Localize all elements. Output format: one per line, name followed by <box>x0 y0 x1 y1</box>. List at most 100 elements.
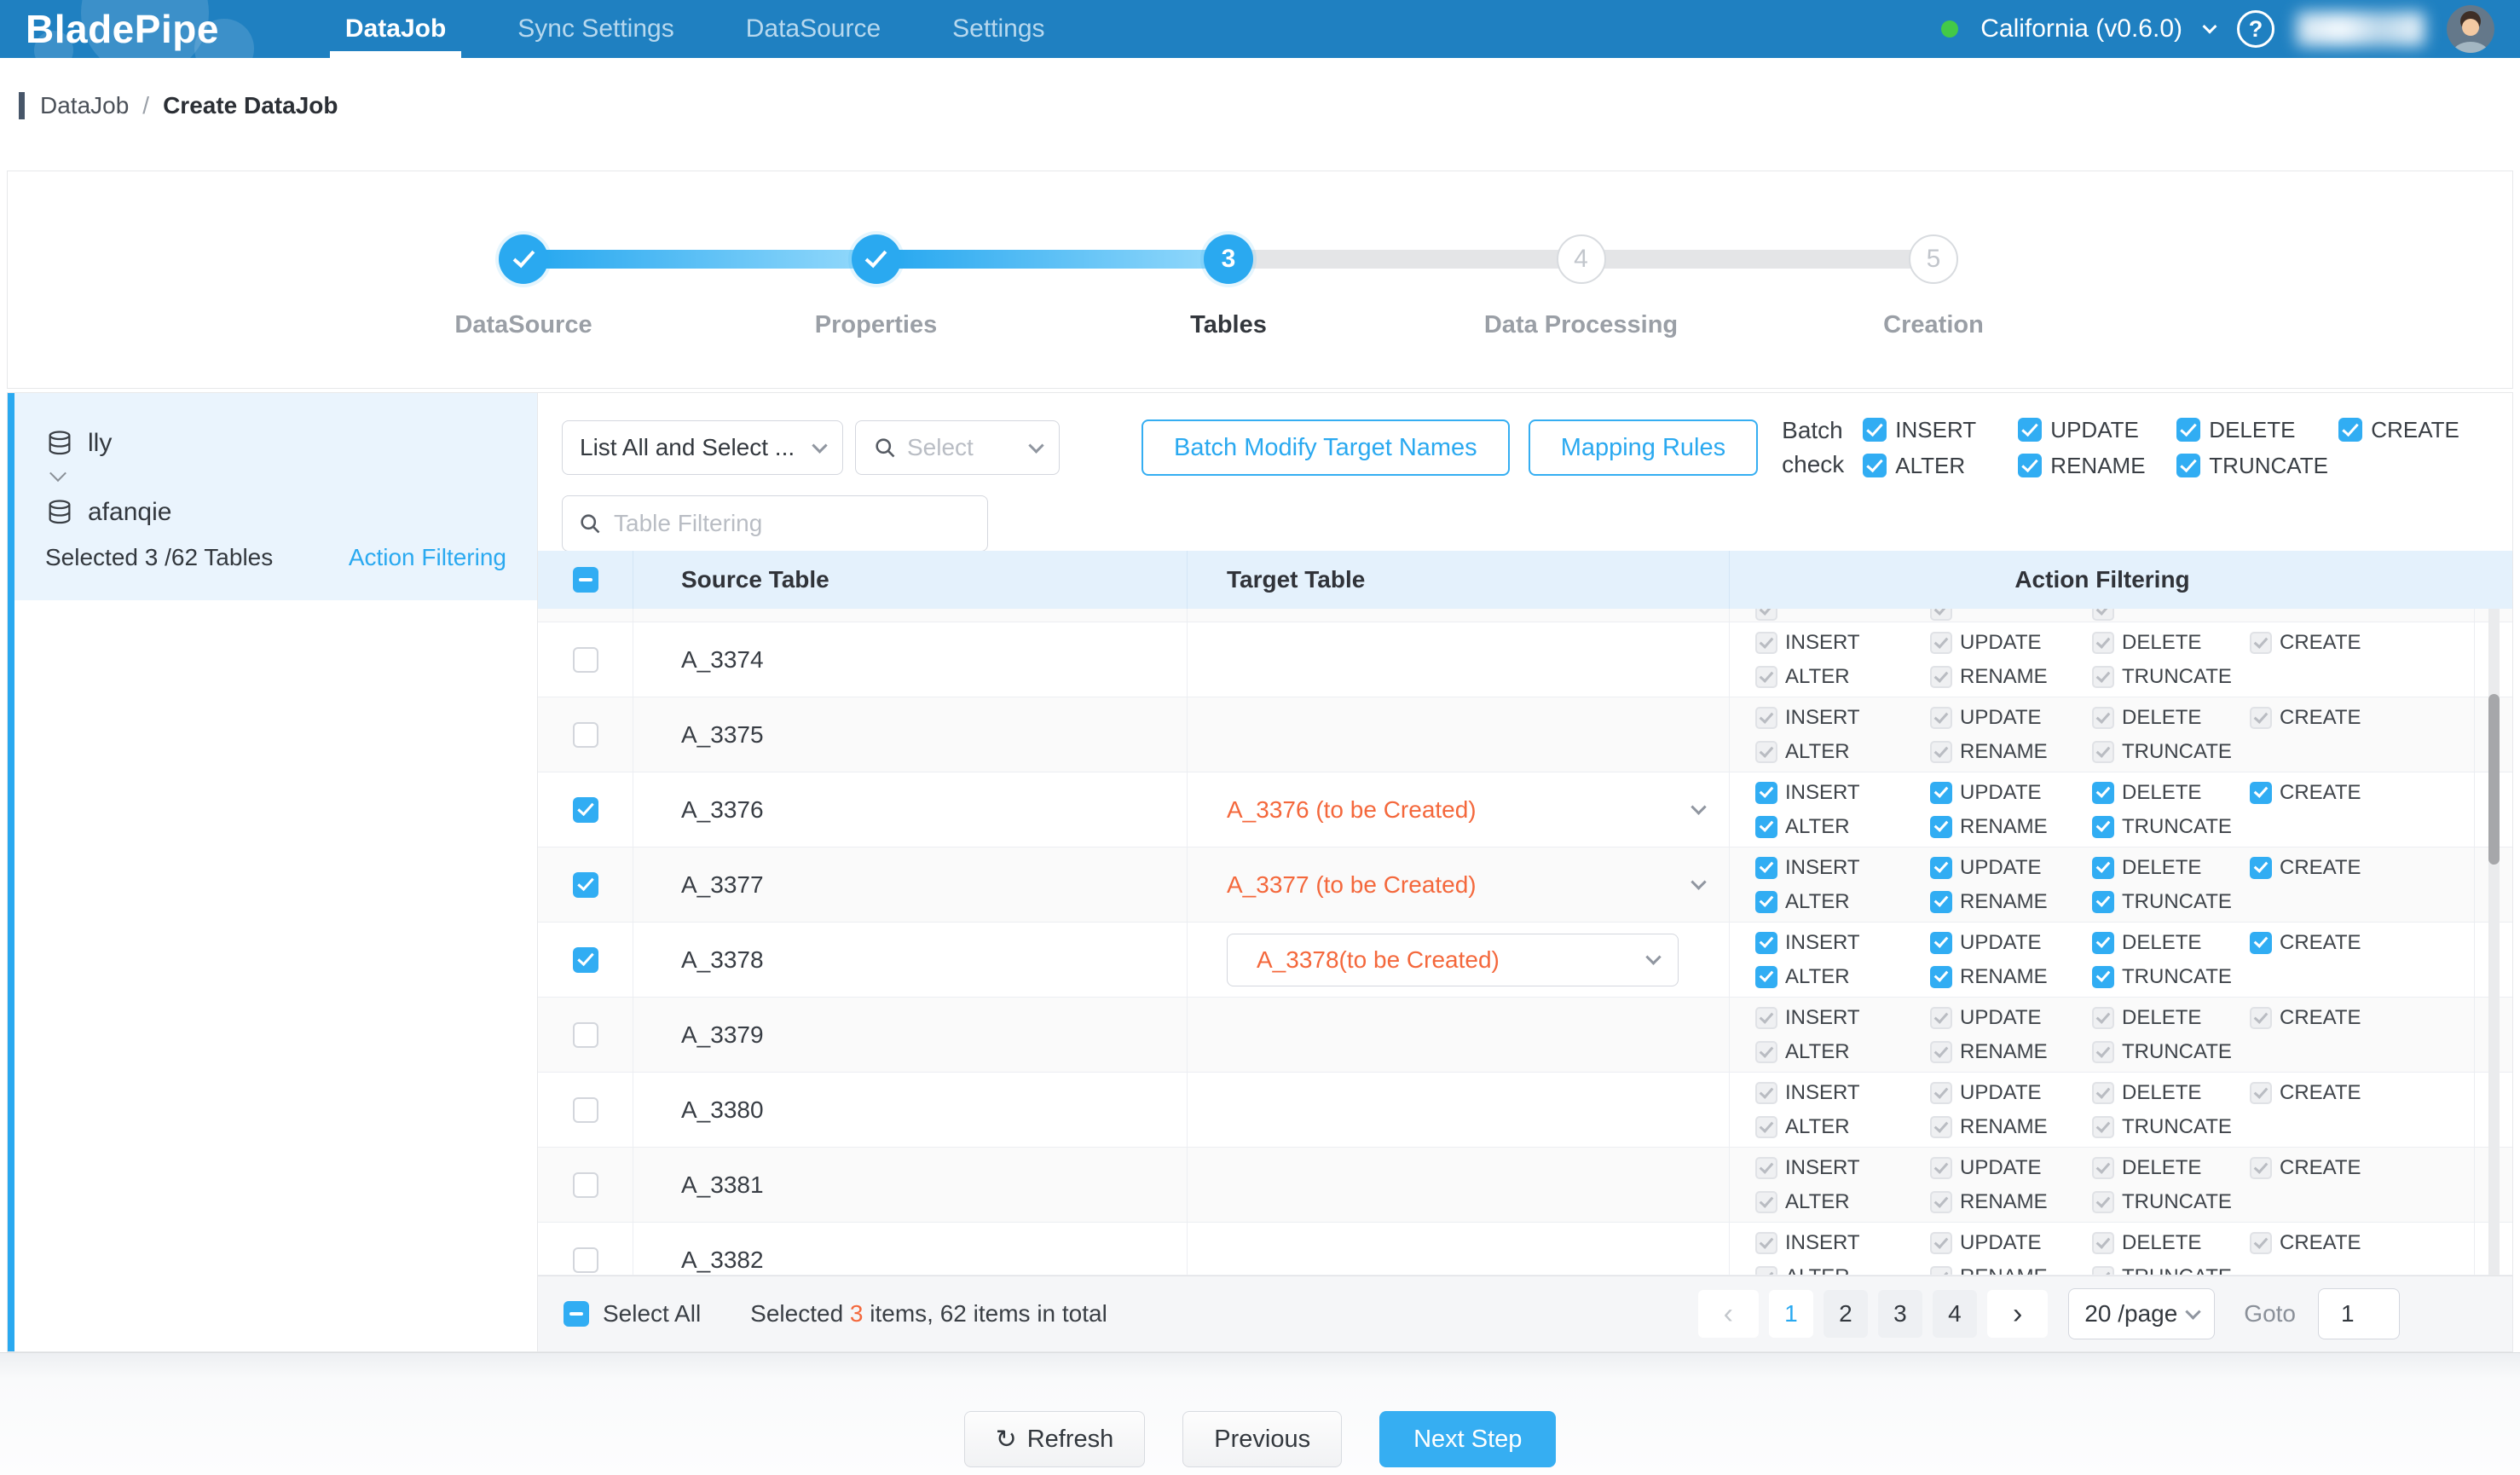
action-checkbox-insert[interactable] <box>1755 932 1777 954</box>
action-checkbox-truncate <box>2092 666 2114 688</box>
batch-checkbox-rename[interactable] <box>2018 454 2042 477</box>
action-checkbox-delete[interactable] <box>2092 932 2114 954</box>
batch-check-grid: INSERTALTERUPDATERENAMEDELETETRUNCATECRE… <box>1863 412 2459 483</box>
select-all-checkbox[interactable] <box>573 567 598 593</box>
action-label: DELETE <box>2122 856 2201 880</box>
action-checkbox-alter[interactable] <box>1755 966 1777 988</box>
pagination-page-2[interactable]: 2 <box>1824 1290 1868 1338</box>
batch-checkbox-truncate[interactable] <box>2176 454 2200 477</box>
summary-suffix: items, 62 items in total <box>864 1300 1107 1327</box>
batch-checkbox-alter[interactable] <box>1863 454 1887 477</box>
pagination-next-button[interactable]: › <box>1987 1290 2048 1338</box>
row-checkbox[interactable] <box>573 872 598 898</box>
action-checkbox-create <box>2250 707 2272 729</box>
action-checkbox-create[interactable] <box>2250 857 2272 879</box>
list-mode-select[interactable]: List All and Select ... <box>562 420 843 475</box>
batch-modify-target-names-button[interactable]: Batch Modify Target Names <box>1142 419 1510 476</box>
brand-logo[interactable]: BladePipe <box>26 6 219 52</box>
select-all-footer-checkbox[interactable] <box>564 1301 589 1327</box>
scrollbar-thumb[interactable] <box>2488 694 2500 865</box>
page-size-select[interactable]: 20 /page <box>2068 1288 2215 1339</box>
pagination-page-3[interactable]: 3 <box>1878 1290 1922 1338</box>
username-blurred[interactable] <box>2297 12 2425 46</box>
next-step-button[interactable]: Next Step <box>1379 1411 1556 1467</box>
column-filter-select[interactable]: Select <box>855 420 1060 475</box>
action-checkbox-rename[interactable] <box>1930 891 1952 913</box>
refresh-button[interactable]: ↻ Refresh <box>964 1411 1146 1467</box>
action-filtering-link[interactable]: Action Filtering <box>349 544 506 571</box>
nav-tab-datasource[interactable]: DataSource <box>746 0 881 58</box>
env-selector[interactable]: California (v0.6.0) <box>1980 14 2182 43</box>
pagination-page-1[interactable]: 1 <box>1769 1290 1813 1338</box>
batch-checkbox-update[interactable] <box>2018 418 2042 442</box>
action-checkbox-create[interactable] <box>2250 932 2272 954</box>
action-checkbox-rename[interactable] <box>1930 966 1952 988</box>
action-checkbox-insert <box>1755 1157 1777 1179</box>
action-checkbox-rename[interactable] <box>1930 816 1952 838</box>
schema-pair-item[interactable]: lly afanqie Selected 3 /62 Tables Action… <box>14 393 537 600</box>
action-checkbox-delete[interactable] <box>2092 857 2114 879</box>
action-label: UPDATE <box>1960 706 2042 730</box>
action-checkbox-update[interactable] <box>1930 932 1952 954</box>
row-checkbox[interactable] <box>573 797 598 823</box>
action-checkbox-truncate[interactable] <box>2092 816 2114 838</box>
breadcrumb-parent[interactable]: DataJob <box>40 92 129 119</box>
row-checkbox[interactable] <box>573 1172 598 1198</box>
action-label: DELETE <box>2122 1006 2201 1030</box>
action-checkbox-create[interactable] <box>2250 782 2272 804</box>
action-label: TRUNCATE <box>2122 890 2232 914</box>
chevron-down-icon[interactable] <box>2203 20 2217 34</box>
action-checkbox-update[interactable] <box>1930 857 1952 879</box>
nav-tab-sync-settings[interactable]: Sync Settings <box>517 0 673 58</box>
avatar[interactable] <box>2447 5 2494 53</box>
mapping-rules-button[interactable]: Mapping Rules <box>1529 419 1758 476</box>
action-checkbox-update[interactable] <box>1930 782 1952 804</box>
action-checkbox-alter[interactable] <box>1755 891 1777 913</box>
step-label: Creation <box>1883 311 1984 339</box>
goto-page-input[interactable] <box>2318 1288 2400 1339</box>
row-checkbox[interactable] <box>573 1247 598 1273</box>
previous-button[interactable]: Previous <box>1182 1411 1342 1467</box>
batch-checkbox-delete[interactable] <box>2176 418 2200 442</box>
table-filter-input[interactable] <box>614 510 972 537</box>
target-table-select[interactable]: A_3377 (to be Created) <box>1227 871 1704 899</box>
table-row: A_3375INSERTALTERUPDATERENAMEDELETETRUNC… <box>538 697 2512 772</box>
stepper-track: DataSourceProperties3Tables4Data Process… <box>8 171 2512 284</box>
table-row: A_3379INSERTALTERUPDATERENAMEDELETETRUNC… <box>538 998 2512 1073</box>
row-checkbox[interactable] <box>573 1022 598 1048</box>
action-checkbox-alter[interactable] <box>1755 816 1777 838</box>
action-checkbox-delete[interactable] <box>2092 782 2114 804</box>
action-checkbox <box>1755 609 1777 621</box>
source-table-name: A_3380 <box>681 1096 764 1124</box>
row-checkbox[interactable] <box>573 1097 598 1123</box>
action-checkbox-insert[interactable] <box>1755 857 1777 879</box>
row-checkbox[interactable] <box>573 947 598 973</box>
nav-tab-settings[interactable]: Settings <box>952 0 1044 58</box>
target-table-name: A_3378(to be Created) <box>1257 946 1500 974</box>
row-checkbox[interactable] <box>573 647 598 673</box>
action-label: TRUNCATE <box>2122 665 2232 689</box>
pagination-page-4[interactable]: 4 <box>1933 1290 1977 1338</box>
row-checkbox[interactable] <box>573 722 598 748</box>
target-table-name: A_3377 (to be Created) <box>1227 871 1477 899</box>
nav-tab-datajob[interactable]: DataJob <box>345 0 446 58</box>
target-table-select[interactable]: A_3376 (to be Created) <box>1227 796 1704 824</box>
page-size-value: 20 /page <box>2084 1300 2177 1328</box>
target-table-select[interactable]: A_3378(to be Created) <box>1227 934 1679 986</box>
action-checkbox-truncate[interactable] <box>2092 891 2114 913</box>
database-icon <box>45 498 74 527</box>
action-checkbox-truncate <box>2092 1266 2114 1275</box>
batch-checkbox-label: INSERT <box>1895 417 1976 443</box>
mapping-direction <box>52 470 506 486</box>
action-label: ALTER <box>1785 1265 1850 1275</box>
source-table-name: A_3382 <box>681 1247 764 1274</box>
action-checkbox-insert[interactable] <box>1755 782 1777 804</box>
batch-checkbox-create[interactable] <box>2338 418 2362 442</box>
help-icon[interactable]: ? <box>2237 10 2274 48</box>
action-label: ALTER <box>1785 965 1850 989</box>
pagination-prev-button[interactable]: ‹ <box>1698 1290 1759 1338</box>
step-node-creation: 5Creation <box>1909 234 1958 284</box>
action-checkbox-truncate[interactable] <box>2092 966 2114 988</box>
action-checkbox-update <box>1930 1157 1952 1179</box>
batch-checkbox-insert[interactable] <box>1863 418 1887 442</box>
